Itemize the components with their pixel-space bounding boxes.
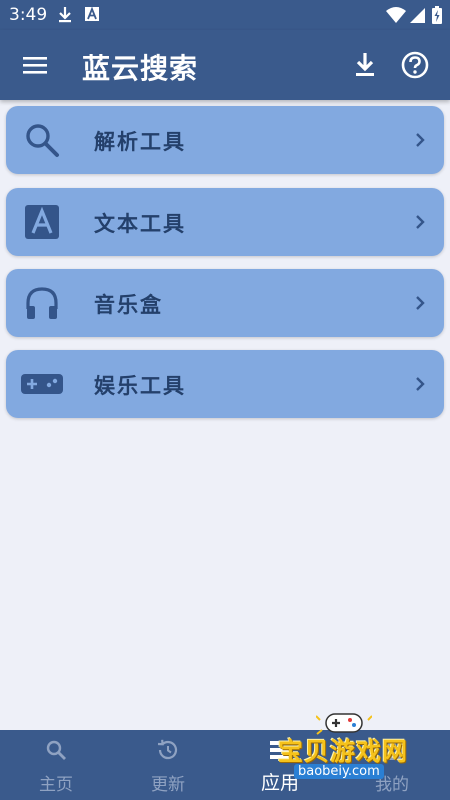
status-time: 3:49: [9, 5, 48, 25]
card-entertainment-tools[interactable]: 娱乐工具: [6, 350, 444, 418]
chevron-right-icon: [416, 296, 425, 310]
chevron-right-icon: [416, 215, 425, 229]
watermark: 宝贝游戏网 baobeiy.com: [272, 708, 432, 792]
font-a-icon: [85, 6, 99, 21]
signal-icon: [410, 8, 425, 23]
card-text-tools[interactable]: 文本工具: [6, 188, 444, 256]
download-icon[interactable]: [349, 49, 381, 81]
help-icon[interactable]: [399, 49, 431, 81]
history-icon: [157, 739, 178, 760]
nav-label: 更新: [151, 775, 185, 795]
card-label: 娱乐工具: [94, 374, 186, 398]
card-parse-tools[interactable]: 解析工具: [6, 106, 444, 174]
card-music-box[interactable]: 音乐盒: [6, 269, 444, 337]
nav-label: 主页: [39, 775, 73, 795]
chevron-right-icon: [416, 377, 425, 391]
search-icon: [26, 124, 59, 157]
app-title: 蓝云搜索: [82, 52, 199, 85]
search-icon: [46, 740, 66, 760]
nav-item-updates[interactable]: 更新: [112, 730, 224, 800]
menu-icon[interactable]: [20, 49, 52, 81]
gamepad-icon: [21, 374, 63, 394]
font-a-icon: [25, 205, 59, 239]
card-label: 解析工具: [94, 130, 186, 154]
battery-icon: [432, 6, 442, 24]
nav-item-home[interactable]: 主页: [0, 730, 112, 800]
card-label: 文本工具: [94, 212, 186, 236]
status-bar: 3:49: [0, 0, 450, 30]
chevron-right-icon: [416, 133, 425, 147]
watermark-url: baobeiy.com: [294, 764, 384, 779]
headphones-icon: [26, 287, 58, 319]
watermark-text: 宝贝游戏网: [278, 737, 409, 766]
wifi-icon: [386, 7, 406, 23]
download-icon: [59, 7, 71, 23]
card-label: 音乐盒: [94, 293, 163, 317]
app-bar: 蓝云搜索: [0, 30, 450, 100]
